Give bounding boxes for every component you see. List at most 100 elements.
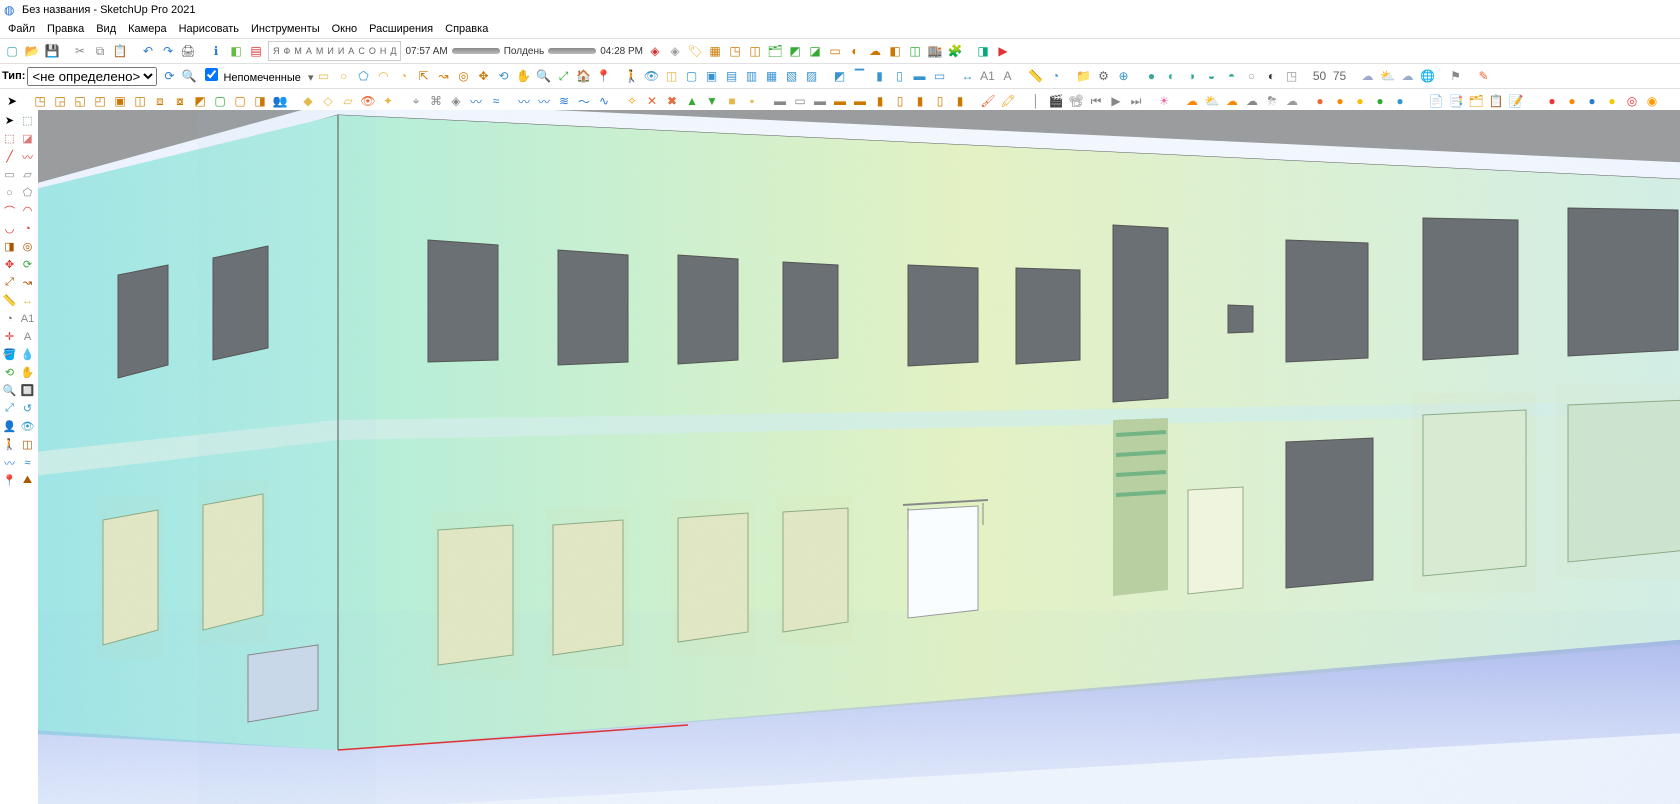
pages-icon[interactable]: ▤ [247,42,265,60]
orbC-icon[interactable]: ● [1351,92,1369,110]
followme-tool-icon[interactable]: ↝ [19,274,36,291]
slab1-icon[interactable]: ▬ [771,92,789,110]
cloudA-icon[interactable]: ☁ [1183,92,1201,110]
water2-icon[interactable]: 〰 [535,92,553,110]
sq1-icon[interactable]: ■ [723,92,741,110]
model-info-icon[interactable]: ℹ [207,42,225,60]
select-icon[interactable]: ➤ [3,92,21,110]
type-search-icon[interactable]: 🔍 [180,67,198,85]
cut-icon[interactable]: ✂ [71,42,89,60]
section-icon[interactable]: ◫ [663,67,681,85]
pan-icon[interactable]: ✋ [515,67,533,85]
sq2-icon[interactable]: ▪ [743,92,761,110]
select-tool-icon[interactable]: ➤ [1,112,18,129]
print-icon[interactable]: 🖨 [179,42,197,60]
menu-вид[interactable]: Вид [90,23,122,35]
save-icon[interactable]: 💾 [43,42,61,60]
pushpull-icon[interactable]: ⇱ [415,67,433,85]
cube-a-icon[interactable]: ◳ [31,92,49,110]
view-iso-icon[interactable]: ◩ [831,67,849,85]
menu-правка[interactable]: Правка [41,23,90,35]
eraser-tool-icon[interactable]: ◪ [19,130,36,147]
playg-icon[interactable]: ▶ [1107,92,1125,110]
bar-icon[interactable]: │ [1027,92,1045,110]
dim-tool-icon[interactable]: ↔ [19,292,36,309]
box-orange-icon[interactable]: ▢ [231,92,249,110]
ringO-icon[interactable]: ◉ [1643,92,1661,110]
menu-расширения[interactable]: Расширения [363,23,439,35]
outliner-icon[interactable]: 🗂 [766,42,784,60]
component-icon[interactable]: ⬚ [19,112,36,129]
add-loc-icon[interactable]: 📍 [595,67,613,85]
eye-icon[interactable]: 👁 [359,92,377,110]
wall4-icon[interactable]: ▯ [931,92,949,110]
offset-tool-icon[interactable]: ◎ [19,238,36,255]
copy-icon[interactable]: ⧉ [91,42,109,60]
style3-icon[interactable]: ▤ [723,67,741,85]
arc-icon[interactable]: ◠ [375,67,393,85]
contrast-icon[interactable]: ◐ [1263,67,1281,85]
menu-файл[interactable]: Файл [2,23,41,35]
globe-circle-icon[interactable]: ⊕ [1115,67,1133,85]
look-icon[interactable]: 👁 [643,67,661,85]
folder-icon[interactable]: 📁 [1075,67,1093,85]
book-icon[interactable]: ◧ [227,42,245,60]
walk-icon[interactable]: 🚶 [623,67,641,85]
cloud1-icon[interactable]: ☁ [1359,67,1377,85]
view-right-icon[interactable]: ▯ [891,67,909,85]
3dtext-icon[interactable]: A [999,67,1017,85]
pushpull-tool-icon[interactable]: ◨ [1,238,18,255]
cube-h-icon[interactable]: ⧇ [171,92,189,110]
polygon-icon[interactable]: ⬠ [355,67,373,85]
cloud3-icon[interactable]: ☁ [1399,67,1417,85]
layers-icon[interactable]: ▦ [706,42,724,60]
home-icon[interactable]: 🏠 [575,67,593,85]
wave2-icon[interactable]: ≈ [487,92,505,110]
sandbox2-icon[interactable]: ≈ [19,454,36,471]
rotrect-tool-icon[interactable]: ▱ [19,166,36,183]
lasso-tool-icon[interactable]: ⬚ [1,130,18,147]
menu-нарисовать[interactable]: Нарисовать [173,23,245,35]
axes-tool-icon[interactable]: ✛ [1,328,18,345]
arrow-up-icon[interactable]: ▲ [683,92,701,110]
zoomwin-tool-icon[interactable]: 🔲 [19,382,36,399]
section-tool-icon[interactable]: ◫ [19,436,36,453]
shadows-icon[interactable]: ◐ [846,42,864,60]
sample-tool-icon[interactable]: 💧 [19,346,36,363]
scenes-icon[interactable]: ▭ [826,42,844,60]
rect-tool-icon[interactable]: ▭ [1,166,18,183]
cloudE-icon[interactable]: ⛈ [1263,92,1281,110]
materials-icon[interactable]: ◩ [786,42,804,60]
protractor-tool-icon[interactable]: ◔ [1,310,18,327]
untagged-checkbox[interactable]: Непомеченные ▾ [205,68,313,84]
redo-icon[interactable]: ↷ [159,42,177,60]
sandbox1-icon[interactable]: 〰 [1,454,18,471]
viewport-3d[interactable] [38,110,1680,804]
circle-tool-icon[interactable]: ○ [1,184,18,201]
water4-icon[interactable]: 〜 [575,92,593,110]
filter2-icon[interactable]: ◈ [666,42,684,60]
num50-icon[interactable]: 50 [1311,67,1329,85]
gear-icon[interactable]: ⚙ [1095,67,1113,85]
protractor-icon[interactable]: ◔ [1047,67,1065,85]
wall5-icon[interactable]: ▮ [951,92,969,110]
zoomext-icon[interactable]: ⤢ [555,67,573,85]
addloc2-icon[interactable]: 📍 [1,472,18,489]
filter-icon[interactable]: ◈ [646,42,664,60]
cube-j-icon[interactable]: ◨ [251,92,269,110]
wave1-icon[interactable]: 〰 [467,92,485,110]
open-file-icon[interactable]: 📂 [23,42,41,60]
cubes-icon[interactable]: ◫ [746,42,764,60]
paste-icon[interactable]: 📋 [111,42,129,60]
tool3-icon[interactable]: ◈ [447,92,465,110]
line-tool-icon[interactable]: ╱ [1,148,18,165]
ballO-icon[interactable]: ● [1563,92,1581,110]
ballY-icon[interactable]: ● [1603,92,1621,110]
num75-icon[interactable]: 75 [1331,67,1349,85]
2arc-tool-icon[interactable]: ◠ [19,202,36,219]
freehand-tool-icon[interactable]: 〰 [19,148,36,165]
type-refresh-icon[interactable]: ⟳ [160,67,178,85]
cross1-icon[interactable]: ✕ [643,92,661,110]
cube-b-icon[interactable]: ◲ [51,92,69,110]
circle-icon[interactable]: ○ [335,67,353,85]
